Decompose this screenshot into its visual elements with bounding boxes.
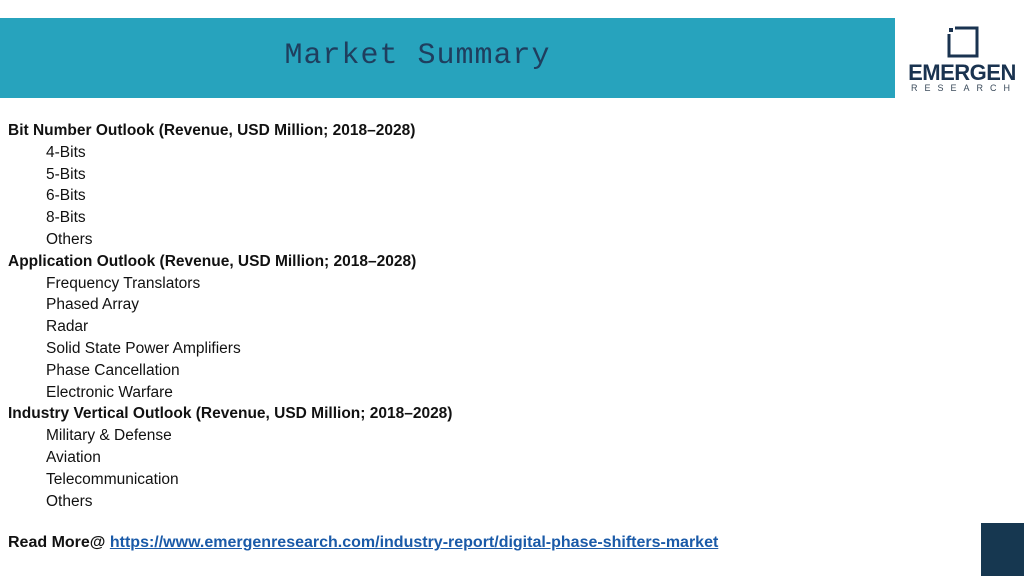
section-heading: Industry Vertical Outlook (Revenue, USD … (8, 405, 453, 423)
section-application: Application Outlook (Revenue, USD Millio… (8, 251, 908, 404)
section-heading: Bit Number Outlook (Revenue, USD Million… (8, 122, 416, 139)
report-link[interactable]: https://www.emergenresearch.com/industry… (110, 534, 718, 551)
read-more-label: Read More@ (8, 534, 106, 551)
list-item: Phased Array (46, 296, 140, 314)
list-item: Others (46, 230, 93, 248)
corner-block (981, 523, 1024, 576)
list-item: Electronic Warfare (46, 383, 173, 401)
list-item: Phase Cancellation (46, 361, 180, 379)
list-item: Solid State Power Amplifiers (46, 339, 241, 357)
list-item: 5-Bits (46, 165, 86, 183)
list-item: Aviation (46, 448, 101, 466)
list-item: Frequency Translators (46, 274, 201, 292)
logo-subtitle: RESEARCH (910, 83, 1017, 93)
read-more: Read More@ https://www.emergenresearch.c… (8, 534, 718, 552)
list-item: Telecommunication (46, 470, 179, 488)
list-item: 8-Bits (46, 209, 86, 227)
section-industry-vertical: Industry Vertical Outlook (Revenue, USD … (8, 403, 908, 512)
page-title: Market Summary (284, 39, 551, 73)
list-item: 6-Bits (46, 187, 86, 205)
square-bracket-logo-icon (947, 26, 979, 58)
list-item: Others (46, 492, 93, 510)
list-item: Military & Defense (46, 427, 172, 445)
section-heading: Application Outlook (Revenue, USD Millio… (8, 252, 417, 270)
market-summary-content: Bit Number Outlook (Revenue, USD Million… (8, 120, 908, 512)
section-bit-number: Bit Number Outlook (Revenue, USD Million… (8, 120, 908, 251)
list-item: Radar (46, 318, 89, 336)
list-item: 4-Bits (46, 143, 86, 161)
emergen-logo: EMERGEN RESEARCH (905, 20, 1024, 98)
